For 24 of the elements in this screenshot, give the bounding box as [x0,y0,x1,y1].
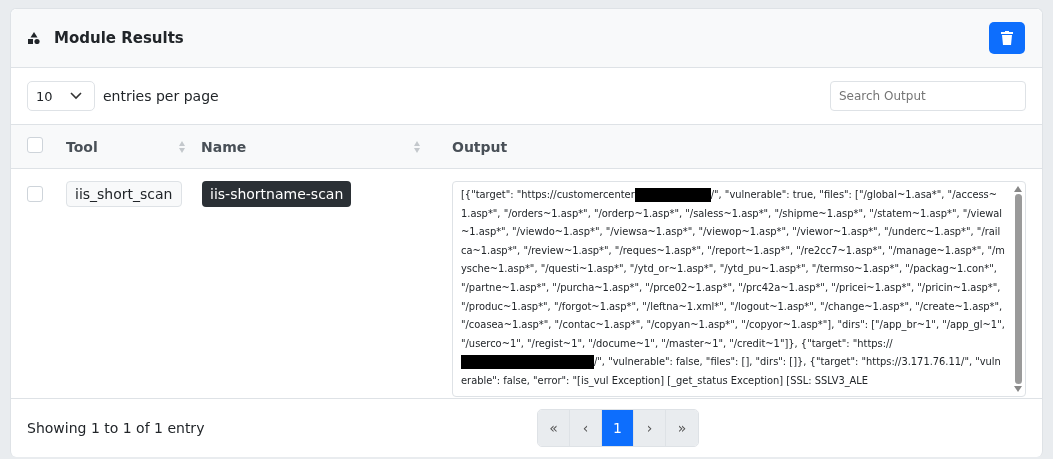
chevron-icon [70,92,82,100]
page-button[interactable]: » [666,410,698,446]
name-badge: iis-shortname-scan [202,181,352,207]
select-all-checkbox[interactable] [27,137,43,153]
scroll-up-icon[interactable] [1014,186,1022,192]
page-button[interactable]: › [634,410,666,446]
card-title: Module Results [54,29,184,47]
column-header[interactable]: Output [452,138,508,155]
delete-button[interactable] [989,22,1025,54]
row-checkbox[interactable] [27,186,43,202]
output-textarea[interactable]: [{"target": "https://customercenter /", "vulnerable": true, "files": ["/global~1.asa*", "/access~1.asp*", "/orders~1.asp*", "/orderp~1.asp*", "/saless~1.asp*", "/shipme~1.asp*", "/statem~1.asp*", "/viewal~1.asp*", "/viewdo~1.asp*", "/viewsa~1.asp*", "/viewop~1.asp*", "/viewor~1.asp*", "/underc~1.asp*", "/railca~1.asp*", "/review~1.asp*", "/reques~1.asp*", "/report~1.asp*", "/re2cc7~1.asp*", "/manage~1.asp*", "/mysche~1.asp*", "/questi~1.asp*", "/ytd_or~1.asp*", "/ytd_pu~1.asp*", "/termso~1.asp*", "/packag~1.con*", "/partne~1.asp*", "/purcha~1.asp*", "/prce02~1.asp*", "/prc42a~1.asp*", "/pricei~1.asp*", "/pricin~1.asp*", "/produc~1.asp*", "/forgot~1.asp*", "/leftna~1.xml*", "/logout~1.asp*", "/change~1.asp*", "/create~1.asp*", "/coasea~1.asp*", "/contac~1.asp*", "/copyan~1.asp*", "/copyor~1.asp*"], "dirs": ["/app_br~1", "/app_gl~1", "/userco~1", "/regist~1", "/docume~1", "/master~1", "/credit~1"]}, {"target": "https:// /", "vulnerable": false, "files": [], "dirs": []}, {"target": "https://3.171.76.11/", "vulnerable": false, "error": "[is_vul Exception] [_get_status Exception] [SSL: SSLV3_ALE [452,181,1026,397]
per-page-select[interactable]: 10 [27,81,95,111]
search-field[interactable]: Search Output [830,81,1026,111]
page-button[interactable]: ‹ [570,410,602,446]
trash-icon [1001,31,1013,45]
page-button[interactable]: 1 [602,410,634,446]
scroll-down-icon[interactable] [1014,386,1022,392]
tool-tag: iis_short_scan [66,181,182,207]
page-button[interactable]: « [538,410,570,446]
per-page-label: entries per page [103,88,219,104]
entries-info: Showing 1 to 1 of 1 entry [27,420,205,436]
shapes-icon [28,32,40,44]
column-header[interactable]: Name [201,138,247,155]
column-header[interactable]: Tool [66,138,98,155]
